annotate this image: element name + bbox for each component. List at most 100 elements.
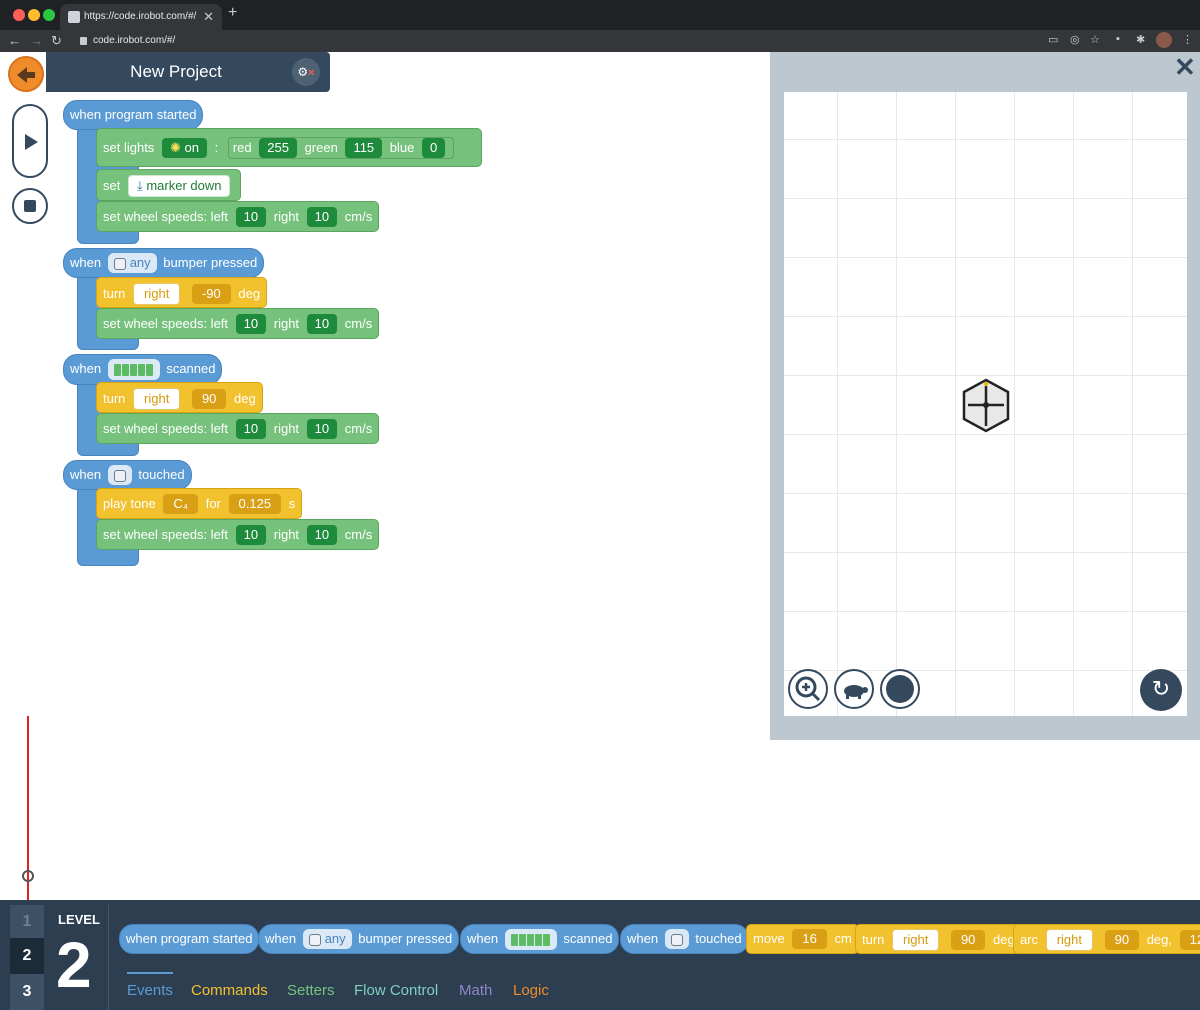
turn-block[interactable]: turn right 90 deg: [96, 382, 263, 413]
turn-direction[interactable]: right: [892, 929, 940, 951]
play-button[interactable]: [12, 104, 48, 178]
avatar[interactable]: [1156, 32, 1172, 48]
category-events[interactable]: Events: [127, 982, 173, 999]
category-flow-control[interactable]: Flow Control: [354, 982, 438, 999]
palette-touched[interactable]: when touched: [620, 924, 749, 954]
bumper-dropdown[interactable]: any: [107, 253, 157, 273]
turn-block[interactable]: turn right -90 deg: [96, 277, 268, 308]
reset-button[interactable]: ↻: [1140, 669, 1182, 711]
close-tab-icon[interactable]: ✕: [203, 4, 214, 30]
unit-label: cm/s: [344, 316, 373, 331]
robot-icon[interactable]: [960, 378, 1012, 433]
category-math[interactable]: Math: [459, 982, 492, 999]
arc-radius[interactable]: 12: [1179, 930, 1200, 950]
blue-label: blue: [389, 140, 415, 155]
category-setters[interactable]: Setters: [287, 982, 335, 999]
turn-angle[interactable]: -90: [191, 284, 231, 304]
project-title[interactable]: New Project: [46, 52, 306, 92]
close-window-button[interactable]: [13, 9, 25, 21]
palette-program-started[interactable]: when program started: [119, 924, 260, 954]
touch-sensor-dropdown[interactable]: [664, 929, 689, 949]
block-label: set wheel speeds: left: [103, 527, 229, 542]
bumper-dropdown[interactable]: any: [302, 929, 352, 949]
palette-bumper-pressed[interactable]: when any bumper pressed: [258, 924, 460, 954]
media-icon[interactable]: ◎: [1070, 33, 1080, 46]
color-sensor-pattern[interactable]: [504, 929, 557, 950]
play-icon: [25, 134, 38, 150]
tone-note[interactable]: C₄: [163, 494, 199, 514]
touch-sensor-dropdown[interactable]: [107, 465, 132, 485]
turn-angle[interactable]: 90: [950, 930, 986, 950]
reload-icon[interactable]: ↻: [51, 33, 62, 49]
browser-tab[interactable]: https://code.irobot.com/#/ ✕: [60, 4, 222, 30]
level-2-button[interactable]: 2: [10, 938, 44, 974]
set-marker-block[interactable]: set ⤓ marker down: [96, 169, 242, 201]
palette-scanned[interactable]: when scanned: [460, 924, 620, 954]
play-tone-block[interactable]: play tone C₄ for 0.125 s: [96, 488, 303, 519]
divider: [108, 905, 109, 1010]
touch-sensor-icon: [113, 469, 126, 482]
category-logic[interactable]: Logic: [513, 982, 549, 999]
clear-robot-button[interactable]: ⚙×: [292, 58, 320, 86]
right-speed[interactable]: 10: [306, 314, 338, 334]
green-value[interactable]: 115: [345, 138, 383, 158]
right-speed[interactable]: 10: [306, 419, 338, 439]
turn-angle[interactable]: 90: [191, 389, 227, 409]
level-1-button[interactable]: 1: [10, 910, 44, 934]
event-bumper-pressed[interactable]: when any bumper pressed: [63, 248, 265, 278]
unit-label: s: [288, 496, 296, 511]
puzzle-icon[interactable]: ✱: [1136, 33, 1145, 46]
palette-move[interactable]: move 16 cm: [746, 924, 859, 954]
close-simulator-icon[interactable]: ✕: [1174, 54, 1196, 80]
left-speed[interactable]: 10: [235, 314, 267, 334]
left-speed[interactable]: 10: [235, 525, 267, 545]
block-label: set wheel speeds: left: [103, 316, 229, 331]
robot-icon: [308, 933, 321, 946]
zoom-in-button[interactable]: [788, 669, 828, 709]
tone-duration[interactable]: 0.125: [228, 494, 282, 514]
turn-direction[interactable]: right: [133, 283, 181, 305]
arc-angle[interactable]: 90: [1104, 930, 1140, 950]
minimize-window-button[interactable]: [28, 9, 40, 21]
left-speed[interactable]: 10: [235, 207, 267, 227]
new-tab-button[interactable]: +: [228, 4, 237, 22]
marker-dropdown[interactable]: ⤓ marker down: [127, 175, 231, 197]
wheel-speeds-block[interactable]: set wheel speeds: left 10 right 10 cm/s: [96, 308, 380, 339]
set-lights-block[interactable]: set lights ✺ on : red 255 green 115 blue…: [96, 128, 482, 167]
right-speed[interactable]: 10: [306, 525, 338, 545]
event-touched[interactable]: when touched: [63, 460, 192, 490]
star-icon[interactable]: ☆: [1090, 33, 1100, 46]
marker-toggle-button[interactable]: [880, 669, 920, 709]
turn-direction[interactable]: right: [133, 388, 181, 410]
lights-toggle[interactable]: ✺ on: [161, 138, 207, 158]
palette-arc[interactable]: arc right 90 deg, 12: [1013, 924, 1200, 954]
wheel-speeds-block[interactable]: set wheel speeds: left 10 right 10 cm/s: [96, 201, 380, 232]
blue-value[interactable]: 0: [422, 138, 446, 158]
arc-direction[interactable]: right: [1045, 929, 1093, 951]
extension-icon[interactable]: ▪: [1116, 33, 1120, 45]
event-scanned[interactable]: when scanned: [63, 354, 223, 385]
unit-label: cm: [834, 931, 852, 946]
color-sensor-pattern[interactable]: [107, 359, 160, 380]
maximize-window-button[interactable]: [43, 9, 55, 21]
left-speed[interactable]: 10: [235, 419, 267, 439]
robot-icon: [113, 257, 126, 270]
move-distance[interactable]: 16: [792, 929, 827, 949]
wheel-speeds-block[interactable]: set wheel speeds: left 10 right 10 cm/s: [96, 413, 380, 444]
cast-icon[interactable]: ▭: [1048, 33, 1058, 46]
event-program-started[interactable]: when program started: [63, 100, 204, 130]
block-label: when: [467, 931, 499, 946]
wheel-speeds-block[interactable]: set wheel speeds: left 10 right 10 cm/s: [96, 519, 380, 550]
back-arrow-icon[interactable]: ←: [8, 33, 21, 48]
palette-turn[interactable]: turn right 90 deg: [855, 924, 1022, 954]
red-value[interactable]: 255: [259, 138, 297, 158]
level-3-button[interactable]: 3: [10, 980, 44, 1004]
right-speed[interactable]: 10: [306, 207, 338, 227]
back-button[interactable]: [8, 56, 44, 92]
speed-button[interactable]: [834, 669, 874, 709]
category-commands[interactable]: Commands: [191, 982, 268, 999]
forward-arrow-icon[interactable]: →: [30, 33, 43, 48]
menu-dots-icon[interactable]: ⋮: [1182, 33, 1193, 46]
stop-button[interactable]: [12, 188, 48, 224]
url-field[interactable]: code.irobot.com/#/: [76, 32, 1038, 50]
